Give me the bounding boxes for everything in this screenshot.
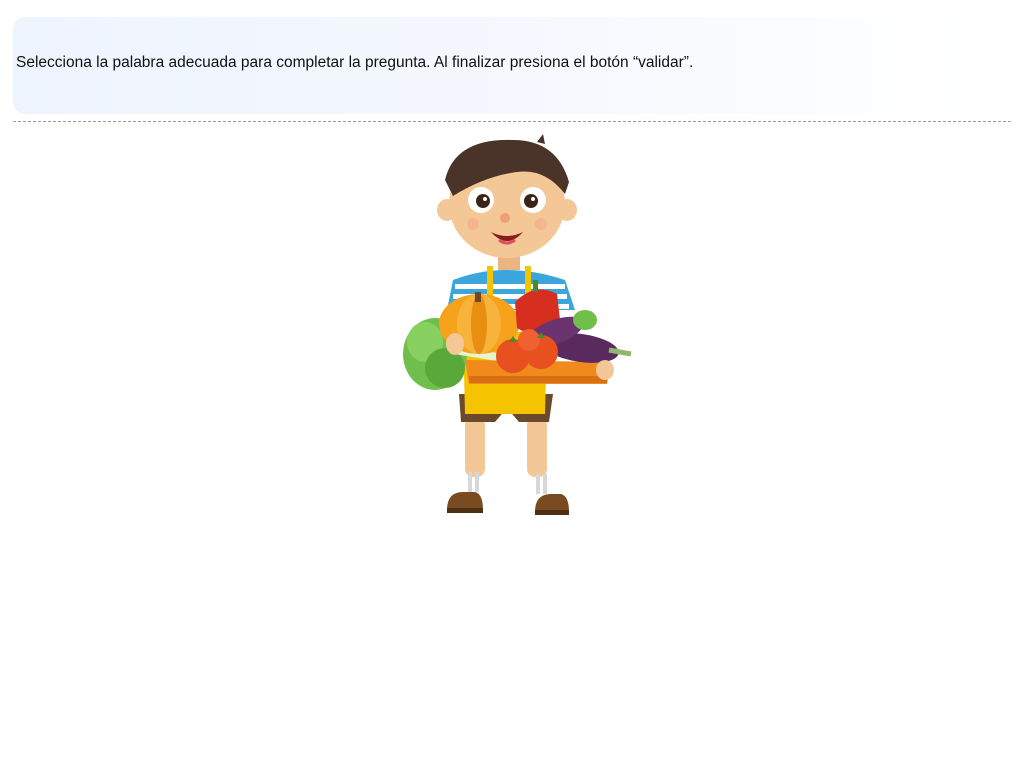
shoes xyxy=(447,492,569,515)
boy-with-vegetables-illustration xyxy=(403,134,632,515)
head xyxy=(437,134,577,258)
instruction-text: Selecciona la palabra adecuada para comp… xyxy=(16,54,694,71)
instruction-panel: Selecciona la palabra adecuada para comp… xyxy=(13,17,973,114)
divider xyxy=(13,121,1011,122)
legs xyxy=(465,417,547,494)
